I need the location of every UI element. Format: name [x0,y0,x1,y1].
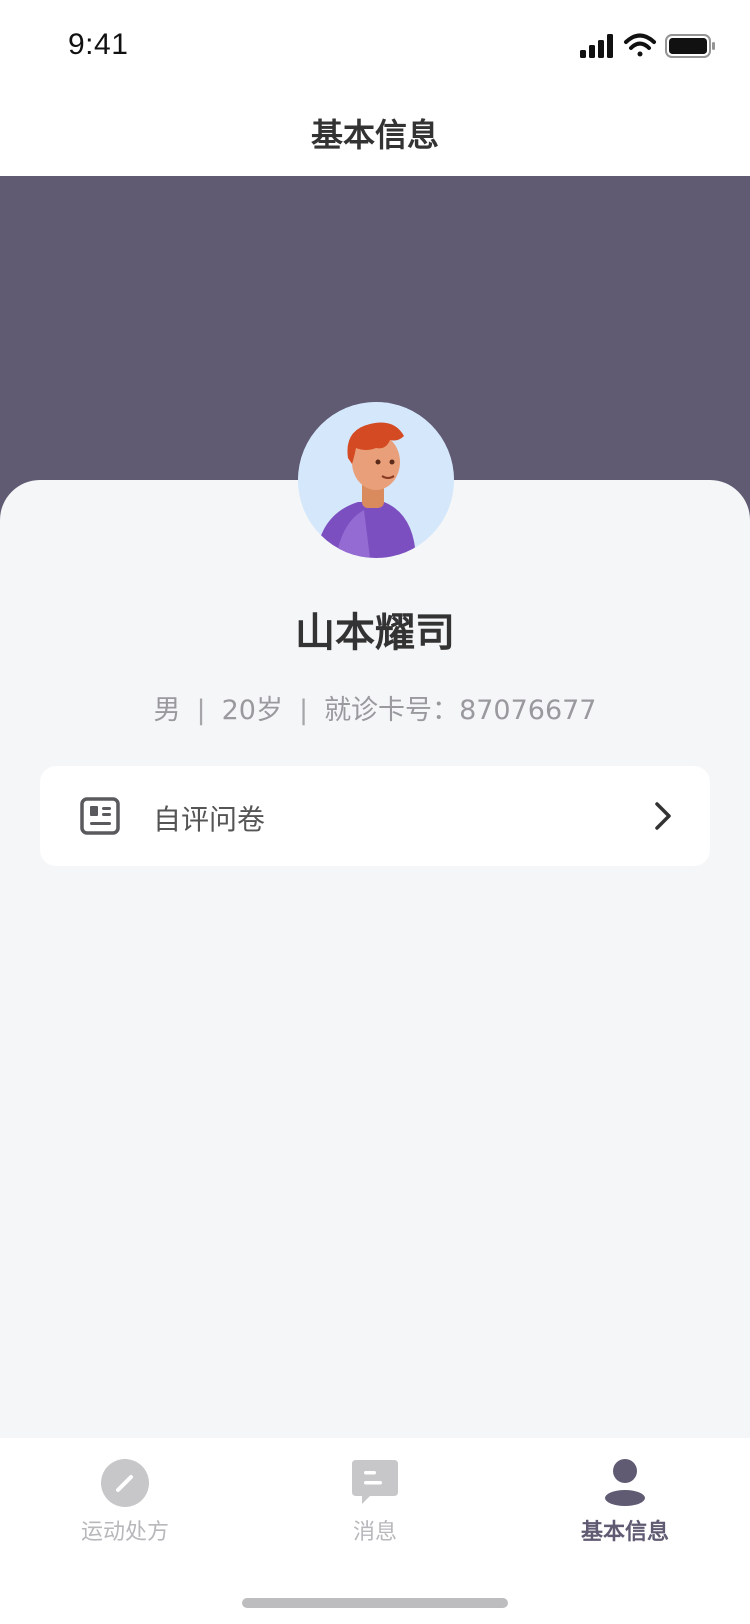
chevron-right-icon [655,802,671,830]
user-gender: 男 [153,695,181,726]
navigation-bar: 基本信息 [0,88,750,176]
avatar-illustration [298,402,454,558]
wifi-icon [624,33,656,57]
tab-messages[interactable]: 消息 [250,1438,500,1558]
tab-exercise-prescription[interactable]: 运动处方 [0,1438,250,1558]
menu-item-label: 自评问卷 [153,803,266,836]
user-age: 20岁 [221,695,283,726]
id-card-icon [80,797,120,835]
tab-label: 消息 [352,1520,397,1545]
user-name: 山本耀司 [295,610,455,656]
pencil-icon [101,1459,149,1507]
tab-basic-info[interactable]: 基本信息 [500,1438,750,1558]
status-icons [580,33,715,58]
tab-label: 运动处方 [80,1520,169,1545]
user-meta: 男 | 20岁 | 就诊卡号：87076677 [0,688,750,727]
status-time: 9:41 [68,28,129,61]
card-number-value: 87076677 [459,695,597,726]
separator: | [196,695,206,726]
battery-icon [665,34,715,58]
home-indicator [242,1598,508,1608]
separator: | [298,695,309,726]
status-bar: 9:41 [0,0,750,88]
tab-bar: 运动处方 消息 基本信息 [0,1438,750,1624]
chat-icon [352,1460,398,1504]
card-number-label: 就诊卡号： [324,695,460,726]
person-icon [605,1459,645,1506]
menu-item-self-assessment[interactable]: 自评问卷 [40,766,710,866]
avatar[interactable] [298,402,454,558]
tab-label: 基本信息 [580,1520,669,1545]
page-title: 基本信息 [310,116,439,154]
signal-icon [580,34,613,58]
